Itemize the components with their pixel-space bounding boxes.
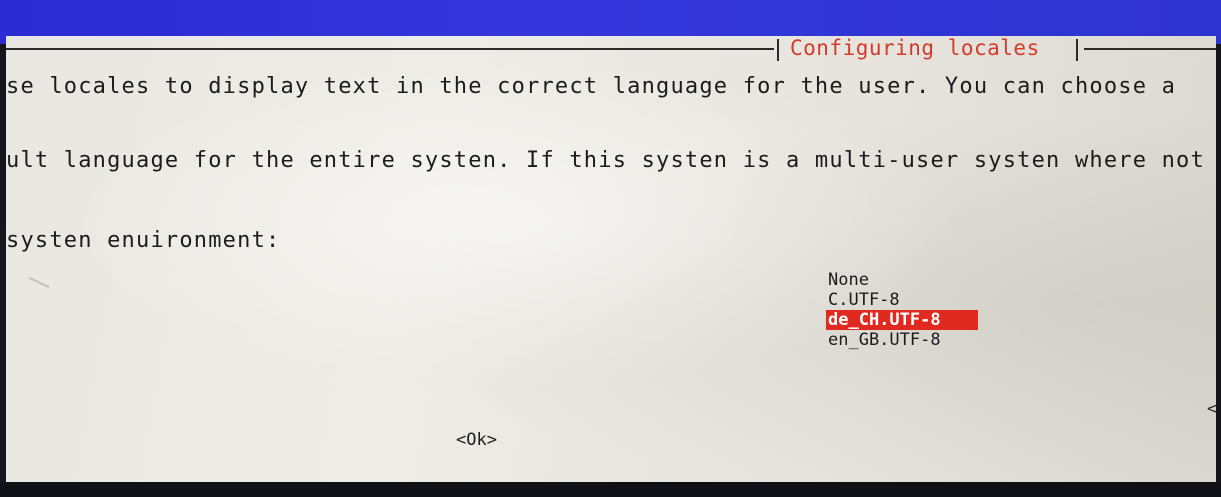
dialog-frame-top-left bbox=[6, 48, 774, 50]
locale-option-en-gb-utf8[interactable]: en_GB.UTF-8 bbox=[826, 330, 978, 350]
screen-glare bbox=[6, 36, 1216, 482]
ok-button[interactable]: <Ok> bbox=[456, 430, 497, 450]
locale-list[interactable]: None C.UTF-8 de_CH.UTF-8 en_GB.UTF-8 bbox=[826, 270, 978, 350]
default-locale-prompt: systen enuironment: bbox=[6, 228, 281, 253]
locale-option-de-ch-utf8[interactable]: de_CH.UTF-8 bbox=[826, 310, 978, 330]
screen: Configuring locales se locales to displa… bbox=[0, 0, 1221, 497]
description-line-2: ult language for the entire systen. If t… bbox=[6, 148, 1205, 173]
title-bracket-left bbox=[777, 39, 779, 61]
cancel-button[interactable]: <C bbox=[1207, 399, 1216, 419]
dialog-title: Configuring locales bbox=[790, 36, 1040, 60]
locale-option-none[interactable]: None bbox=[826, 270, 978, 290]
locale-option-c-utf8[interactable]: C.UTF-8 bbox=[826, 290, 978, 310]
screen-mark bbox=[24, 276, 50, 298]
description-line-1: se locales to display text in the correc… bbox=[6, 74, 1177, 99]
configuring-locales-dialog: Configuring locales se locales to displa… bbox=[6, 36, 1216, 482]
dialog-frame-top-right bbox=[1084, 48, 1216, 50]
title-bracket-right bbox=[1076, 39, 1078, 61]
monitor-bezel bbox=[0, 482, 1221, 497]
